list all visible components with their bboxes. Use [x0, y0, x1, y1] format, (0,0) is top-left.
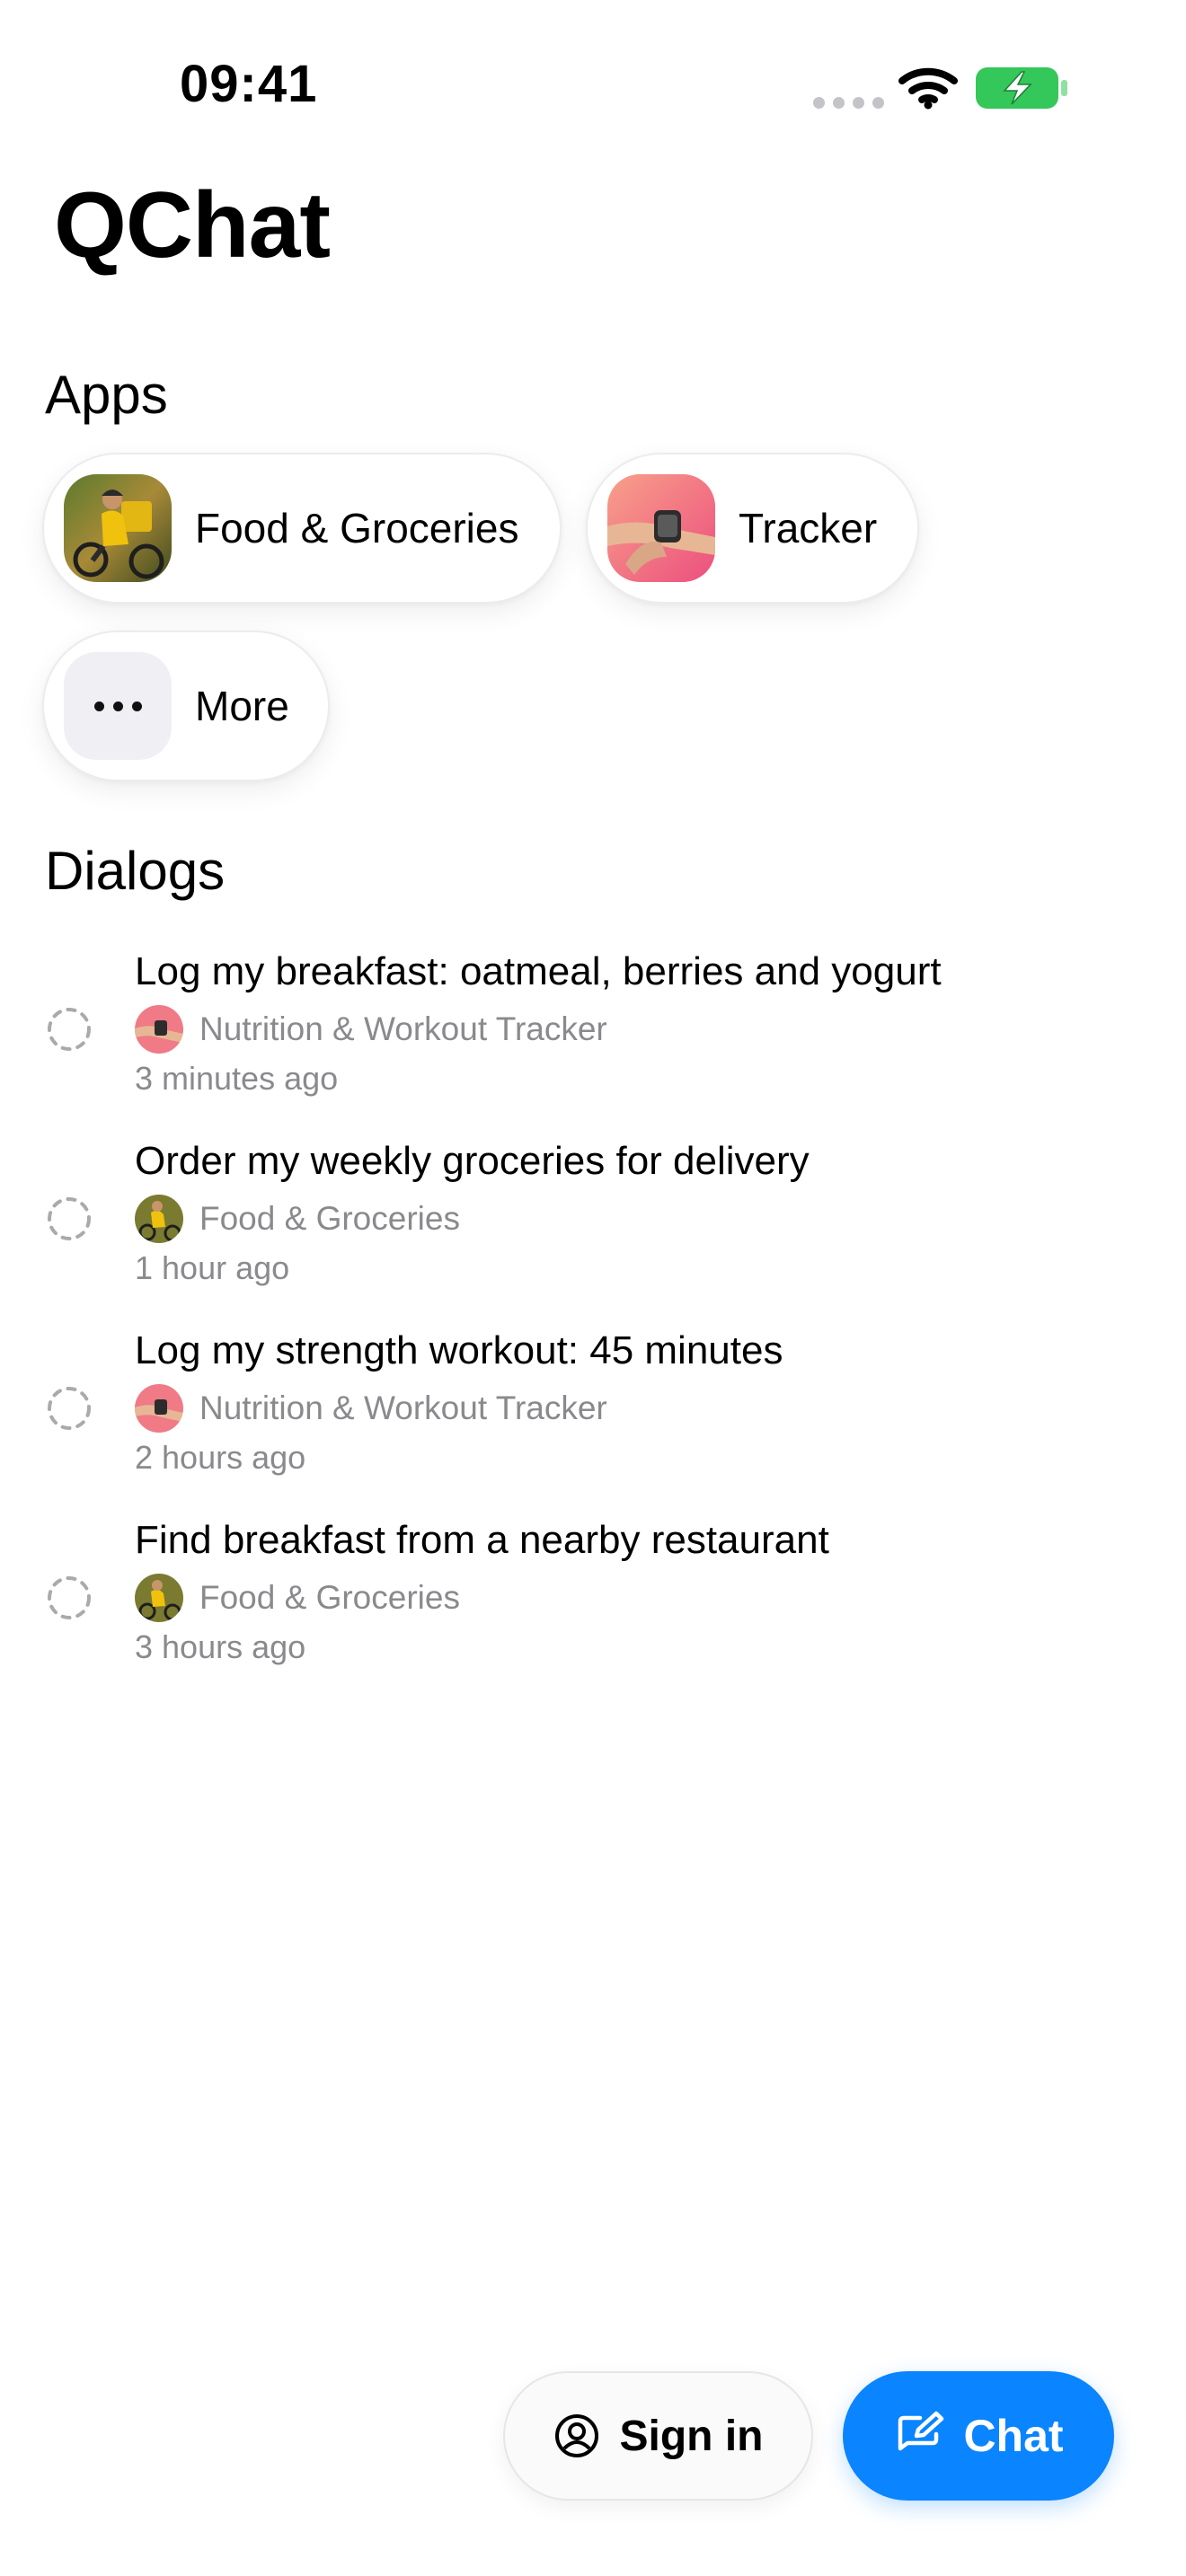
dialogs-section-title: Dialogs [45, 841, 226, 901]
food-groceries-app-icon [64, 474, 172, 582]
loading-spinner-icon [48, 1576, 91, 1619]
loading-spinner-icon [48, 1387, 91, 1430]
dialog-app-name: Nutrition & Workout Tracker [199, 1010, 607, 1047]
dialog-title: Find breakfast from a nearby restaurant [135, 1518, 829, 1562]
compose-icon [898, 2411, 944, 2451]
loading-spinner-icon [48, 1008, 91, 1051]
app-chip-more[interactable]: More [42, 631, 330, 781]
food-groceries-app-icon [135, 1574, 183, 1622]
dialog-item[interactable]: Log my breakfast: oatmeal, berries and y… [0, 949, 1186, 1129]
apps-section-title: Apps [45, 365, 168, 425]
app-chip-label: Food & Groceries [195, 505, 519, 551]
tracker-app-icon [135, 1384, 183, 1433]
dialog-title: Log my strength workout: 45 minutes [135, 1328, 783, 1372]
app-chip-label: More [195, 683, 289, 729]
status-time: 09:41 [180, 55, 318, 113]
dialog-app: Nutrition & Workout Tracker [135, 1005, 607, 1054]
status-bar: 09:41 [0, 0, 1186, 171]
loading-spinner-icon [48, 1197, 91, 1240]
dialog-timestamp: 1 hour ago [135, 1249, 290, 1286]
app-chip-label: Tracker [739, 505, 878, 551]
page-title: QChat [54, 173, 331, 278]
dialog-item[interactable]: Log my strength workout: 45 minutes Nutr… [0, 1328, 1186, 1508]
dialog-timestamp: 3 hours ago [135, 1628, 306, 1665]
more-dots-icon [64, 652, 172, 760]
tracker-app-icon [135, 1005, 183, 1054]
dialog-item[interactable]: Find breakfast from a nearby restaurant … [0, 1518, 1186, 1698]
cellular-signal-icon [813, 97, 884, 109]
tracker-app-icon [607, 474, 715, 582]
app-chip-food-groceries[interactable]: Food & Groceries [42, 453, 562, 604]
dialog-title: Order my weekly groceries for delivery [135, 1139, 810, 1183]
dialog-timestamp: 3 minutes ago [135, 1060, 339, 1097]
dialog-timestamp: 2 hours ago [135, 1439, 306, 1476]
dialog-app-name: Food & Groceries [199, 1200, 460, 1237]
dialog-app: Food & Groceries [135, 1195, 460, 1243]
sign-in-label: Sign in [619, 2412, 764, 2460]
sign-in-button[interactable]: Sign in [503, 2371, 813, 2501]
battery-charging-icon [976, 67, 1067, 109]
dialog-app: Food & Groceries [135, 1574, 460, 1622]
dialog-item[interactable]: Order my weekly groceries for delivery F… [0, 1139, 1186, 1319]
wifi-icon [898, 67, 958, 110]
account-icon [554, 2414, 598, 2457]
dialog-app-name: Nutrition & Workout Tracker [199, 1389, 607, 1426]
dialog-app: Nutrition & Workout Tracker [135, 1384, 607, 1433]
dialog-title: Log my breakfast: oatmeal, berries and y… [135, 949, 942, 993]
chat-label: Chat [963, 2411, 1064, 2461]
food-groceries-app-icon [135, 1195, 183, 1243]
dialog-app-name: Food & Groceries [199, 1579, 460, 1616]
app-chip-tracker[interactable]: Tracker [586, 453, 919, 604]
chat-button[interactable]: Chat [843, 2371, 1114, 2501]
